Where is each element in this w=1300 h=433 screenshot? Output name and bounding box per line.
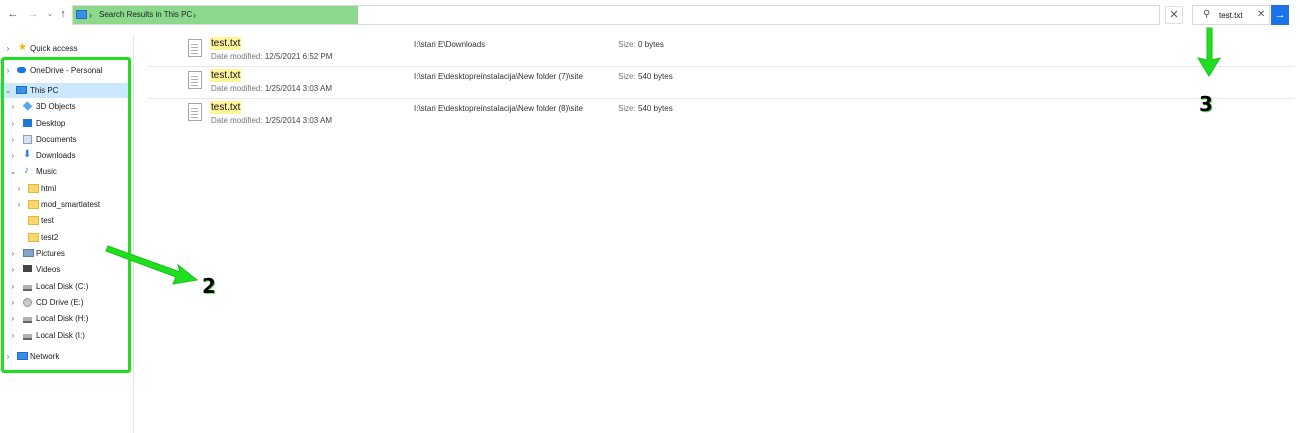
annotation-arrow-3 [1196,27,1222,77]
annotation-arrow-2 [105,245,199,285]
annotation-arrows [105,27,1222,285]
annotation-number-3: 3 [1199,92,1213,116]
annotation-number-2: 2 [202,274,216,298]
